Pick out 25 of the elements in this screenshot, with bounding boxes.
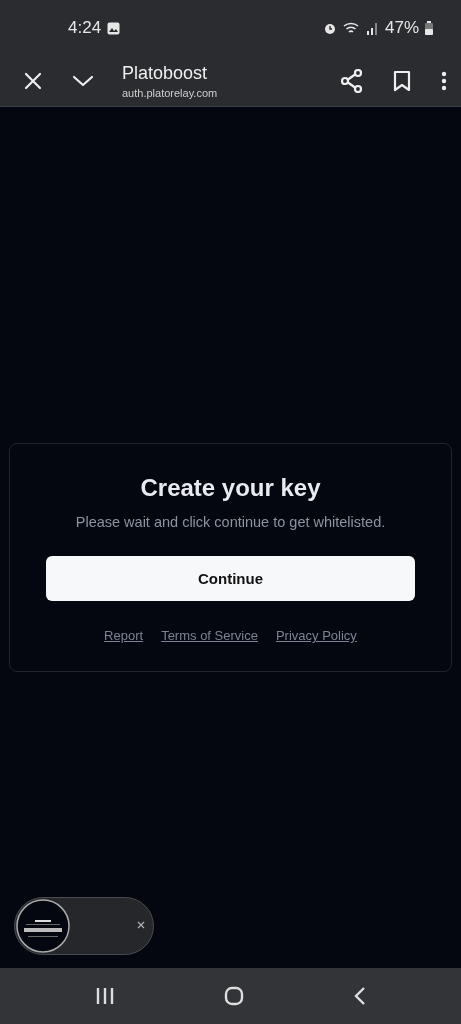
clock-time: 4:24 bbox=[68, 18, 102, 38]
battery-icon bbox=[425, 21, 433, 35]
home-button[interactable] bbox=[223, 986, 244, 1006]
thumbnail-drawing bbox=[16, 899, 70, 953]
footer-link[interactable]: Report bbox=[104, 628, 144, 643]
footer-link[interactable]: Terms of Service bbox=[161, 628, 258, 643]
card-title: Create your key bbox=[140, 474, 321, 502]
footer-link[interactable]: Privacy Policy bbox=[275, 628, 357, 643]
bookmark-button[interactable] bbox=[393, 70, 411, 92]
close-icon[interactable] bbox=[135, 919, 147, 931]
share-button[interactable] bbox=[341, 69, 363, 93]
continue-button[interactable]: Continue bbox=[46, 556, 415, 601]
wifi-icon bbox=[342, 21, 361, 35]
signal-icon bbox=[366, 21, 379, 35]
page-title: Platoboost bbox=[122, 63, 209, 84]
battery-percent: 47% bbox=[384, 18, 419, 38]
page-url: auth.platorelay.com bbox=[122, 87, 218, 99]
recent-apps-button[interactable] bbox=[94, 987, 115, 1005]
card-subtitle: Please wait and click continue to get whitelisted. bbox=[75, 514, 386, 530]
image-icon bbox=[107, 21, 121, 35]
close-button[interactable] bbox=[24, 72, 42, 90]
back-button[interactable] bbox=[352, 986, 367, 1006]
collapse-button[interactable] bbox=[72, 75, 94, 87]
menu-button[interactable] bbox=[441, 71, 447, 91]
alarm-icon bbox=[322, 21, 337, 35]
